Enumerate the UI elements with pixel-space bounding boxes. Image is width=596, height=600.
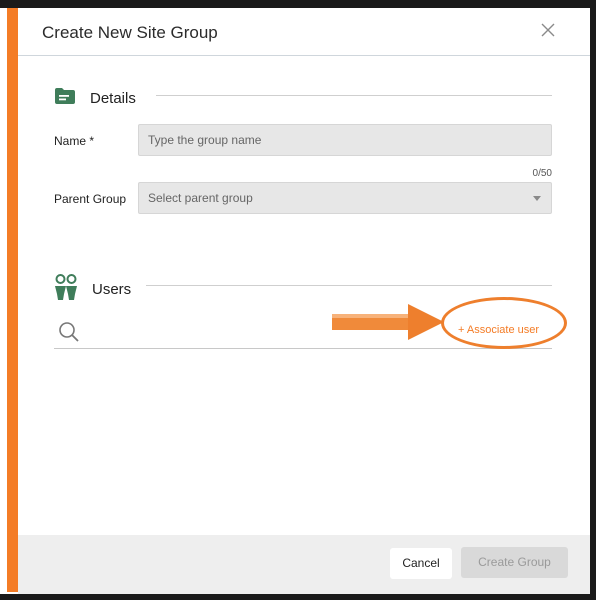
details-section-header: Details <box>54 87 136 110</box>
parent-group-label: Parent Group <box>54 192 127 206</box>
users-section-header: Users <box>54 274 131 305</box>
parent-group-placeholder: Select parent group <box>148 191 253 205</box>
folder-icon <box>54 87 76 110</box>
users-section-label: Users <box>92 281 132 298</box>
right-edge <box>590 0 596 600</box>
details-section-label: Details <box>90 90 136 107</box>
dialog-header: Create New Site Group <box>18 8 590 56</box>
associate-user-link[interactable]: + Associate user <box>458 324 539 336</box>
name-label: Name * <box>54 134 95 148</box>
users-divider <box>146 285 552 286</box>
create-group-button[interactable]: Create Group <box>461 547 568 578</box>
screenshot-frame: Create New Site Group Details Name * Typ… <box>0 0 596 600</box>
name-input[interactable]: Type the group name <box>138 124 552 156</box>
parent-group-select[interactable]: Select parent group <box>138 182 552 214</box>
close-icon[interactable] <box>538 20 558 40</box>
name-char-counter: 0/50 <box>532 168 552 179</box>
top-edge <box>0 0 596 8</box>
users-icon <box>54 274 78 305</box>
create-site-group-dialog: Create New Site Group Details Name * Typ… <box>18 8 590 594</box>
dialog-title: Create New Site Group <box>42 23 218 42</box>
dialog-footer: Cancel Create Group <box>18 535 590 594</box>
annotation-arrow <box>332 304 444 340</box>
annotation-highlight-ellipse <box>441 297 567 349</box>
left-edge <box>0 0 7 600</box>
bottom-edge <box>0 594 596 600</box>
chevron-down-icon <box>533 196 541 201</box>
cancel-button[interactable]: Cancel <box>390 548 452 579</box>
search-icon[interactable] <box>58 321 80 343</box>
details-divider <box>156 95 552 96</box>
accent-bar <box>7 8 18 592</box>
